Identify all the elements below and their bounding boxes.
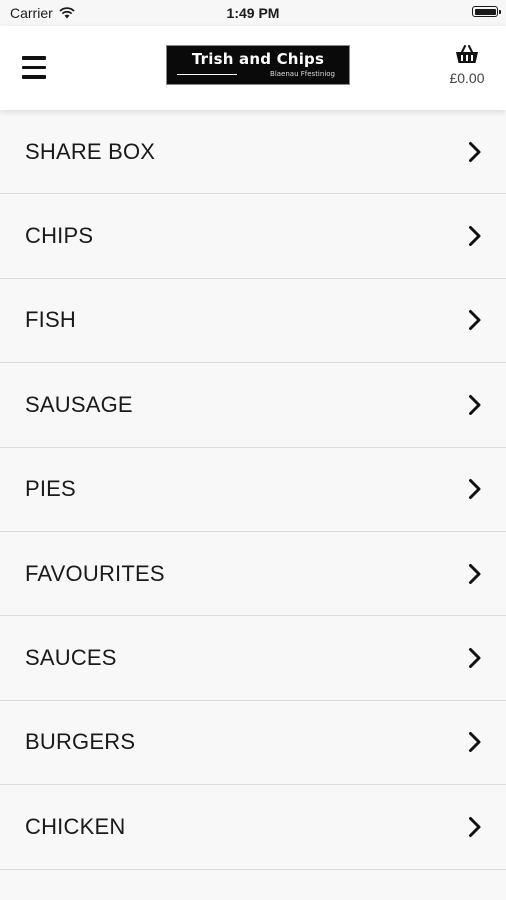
category-list: SHARE BOX CHIPS FISH SAUSAGE PIES FAVOUR… (0, 110, 506, 870)
category-item-sauces[interactable]: SAUCES (0, 616, 506, 701)
category-item-chips[interactable]: CHIPS (0, 194, 506, 279)
brand-logo[interactable]: Trish and Chips Blaenau Ffestiniog (166, 45, 350, 85)
category-label: FAVOURITES (25, 560, 165, 586)
menu-button[interactable] (22, 56, 48, 80)
category-label: SHARE BOX (25, 138, 156, 164)
basket-icon (456, 45, 478, 63)
chevron-right-icon (469, 732, 481, 753)
status-bar: Carrier 1:49 PM (0, 0, 506, 26)
category-label: FISH (25, 307, 76, 333)
chevron-right-icon (469, 141, 481, 162)
basket-total: £0.00 (449, 70, 485, 86)
category-label: BURGERS (25, 729, 136, 755)
category-item-favourites[interactable]: FAVOURITES (0, 532, 506, 617)
chevron-right-icon (469, 563, 481, 584)
category-item-sausage[interactable]: SAUSAGE (0, 363, 506, 448)
chevron-right-icon (469, 226, 481, 247)
category-label: CHIPS (25, 223, 94, 249)
chevron-right-icon (469, 310, 481, 331)
category-label: SAUSAGE (25, 391, 133, 417)
chevron-right-icon (469, 479, 481, 500)
category-label: SAUCES (25, 645, 117, 671)
status-time: 1:49 PM (226, 5, 280, 21)
logo-title: Trish and Chips (191, 50, 325, 68)
app-header: Trish and Chips Blaenau Ffestiniog £0.00 (0, 26, 506, 110)
chevron-right-icon (469, 394, 481, 415)
category-item-fish[interactable]: FISH (0, 279, 506, 364)
chevron-right-icon (469, 648, 481, 669)
category-label: CHICKEN (25, 813, 126, 839)
category-label: PIES (25, 476, 76, 502)
category-item-share-box[interactable]: SHARE BOX (0, 110, 506, 195)
category-item-burgers[interactable]: BURGERS (0, 701, 506, 786)
logo-divider (177, 74, 237, 75)
category-item-chicken[interactable]: CHICKEN (0, 785, 506, 870)
basket-button[interactable]: £0.00 (442, 44, 492, 86)
category-item-pies[interactable]: PIES (0, 448, 506, 532)
hamburger-menu-icon (22, 56, 48, 79)
chevron-right-icon (469, 816, 481, 837)
battery-icon (472, 6, 501, 17)
logo-subtitle: Blaenau Ffestiniog (270, 70, 335, 78)
